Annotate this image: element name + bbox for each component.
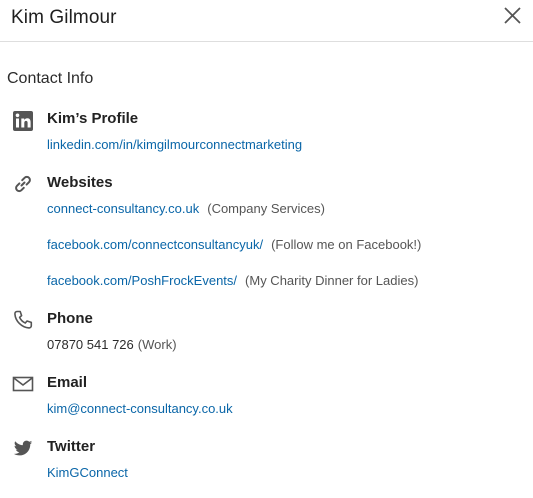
close-button[interactable] xyxy=(502,5,524,27)
email-label: Email xyxy=(47,374,88,391)
website-row: facebook.com/PoshFrockEvents/ (My Charity… xyxy=(47,273,418,288)
modal-title: Kim Gilmour xyxy=(11,7,117,28)
phone-row: 07870 541 726 (Work) xyxy=(47,337,177,352)
website-row: facebook.com/connectconsultancyuk/ (Follo… xyxy=(47,237,421,252)
email-link[interactable]: kim@connect-consultancy.co.uk xyxy=(47,401,233,416)
profile-link-row: linkedin.com/in/kimgilmourconnectmarketi… xyxy=(47,137,302,152)
linkedin-icon xyxy=(13,111,33,131)
link-icon xyxy=(15,175,31,193)
twitter-icon xyxy=(13,440,33,456)
website-note: (Follow me on Facebook!) xyxy=(271,237,422,252)
website-note: (Company Services) xyxy=(207,201,325,216)
profile-label: Kim’s Profile xyxy=(47,110,139,127)
website-row: connect-consultancy.co.uk (Company Servic… xyxy=(47,201,325,216)
phone-number: 07870 541 726 xyxy=(47,337,134,352)
website-link[interactable]: facebook.com/PoshFrockEvents/ xyxy=(47,273,237,288)
envelope-icon xyxy=(12,376,34,392)
email-row: kim@connect-consultancy.co.uk xyxy=(47,401,233,416)
websites-label: Websites xyxy=(47,174,113,191)
phone-icon xyxy=(14,310,33,329)
profile-link[interactable]: linkedin.com/in/kimgilmourconnectmarketi… xyxy=(47,137,302,152)
twitter-label: Twitter xyxy=(47,438,96,455)
close-icon xyxy=(504,7,521,24)
section-title: Contact Info xyxy=(7,70,94,87)
website-link[interactable]: facebook.com/connectconsultancyuk/ xyxy=(47,237,263,252)
website-link[interactable]: connect-consultancy.co.uk xyxy=(47,201,199,216)
modal-header: Kim Gilmour xyxy=(0,0,533,42)
phone-label: Phone xyxy=(47,310,93,327)
twitter-link[interactable]: KimGConnect xyxy=(47,465,128,480)
phone-type: (Work) xyxy=(137,337,177,352)
twitter-row: KimGConnect xyxy=(47,465,128,480)
website-note: (My Charity Dinner for Ladies) xyxy=(245,273,419,288)
